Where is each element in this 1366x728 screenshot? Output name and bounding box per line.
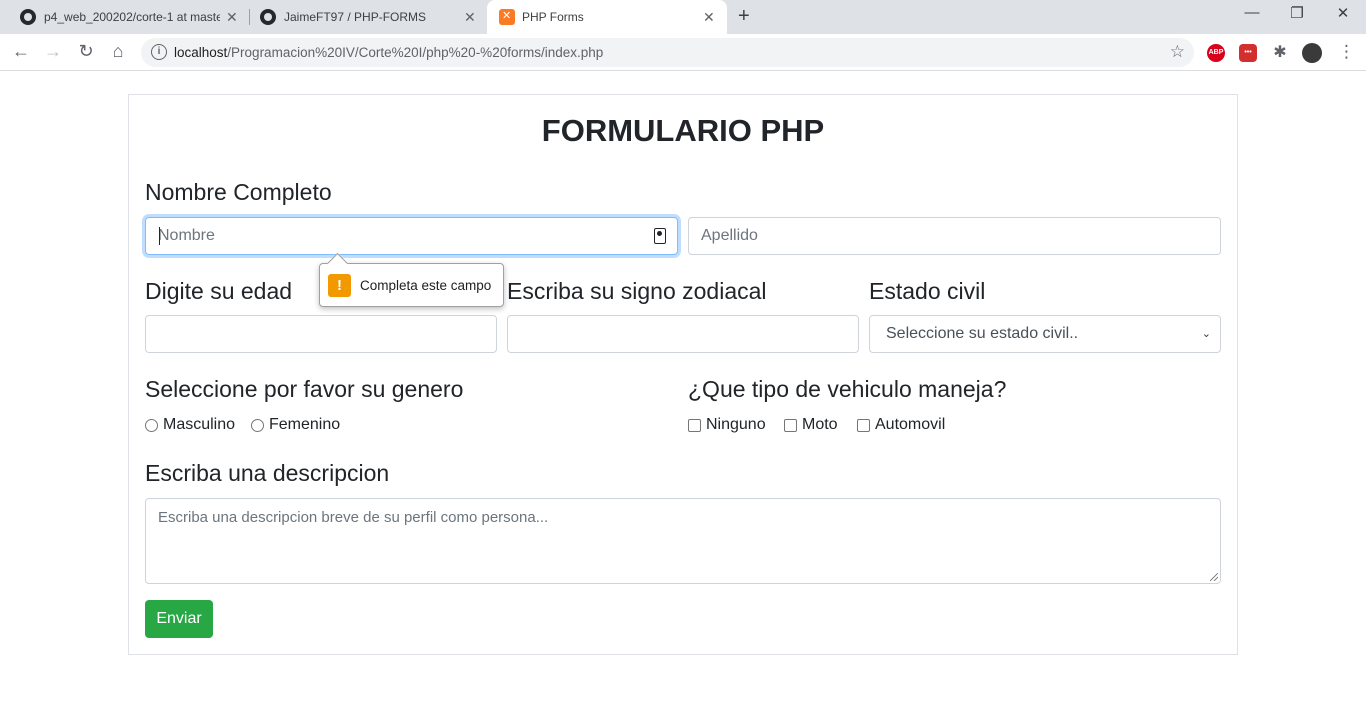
genero-label: Seleccione por favor su genero: [145, 376, 464, 402]
info-icon[interactable]: i: [151, 44, 167, 60]
option-label: Automovil: [875, 416, 946, 433]
descripcion-label: Escriba una descripcion: [145, 460, 390, 486]
contact-card-icon[interactable]: [654, 228, 666, 244]
nombre-completo-label: Nombre Completo: [145, 179, 332, 205]
chevron-down-icon: ⌄: [1201, 328, 1211, 340]
vehiculo-label: ¿Que tipo de vehiculo maneja?: [688, 376, 1007, 402]
resize-handle-icon[interactable]: [1210, 573, 1218, 581]
browser-menu-icon[interactable]: ⋮: [1338, 42, 1355, 62]
browser-toolbar: ← → ↻ ⌂ i localhost/Programacion%20IV/Co…: [0, 34, 1366, 71]
tab-php-forms[interactable]: PHP Forms ✕: [487, 0, 727, 34]
signo-input[interactable]: [507, 315, 859, 353]
reload-icon[interactable]: ↻: [75, 41, 97, 62]
restore-icon[interactable]: ❐: [1287, 4, 1307, 22]
nombre-input[interactable]: Nombre: [145, 217, 678, 255]
vehiculo-option-ninguno[interactable]: Ninguno: [688, 416, 766, 434]
option-label: Ninguno: [706, 416, 766, 433]
tab-github-corte[interactable]: p4_web_200202/corte-1 at maste ✕: [8, 0, 248, 34]
close-icon[interactable]: ✕: [703, 9, 715, 26]
url-text[interactable]: localhost/Programacion%20IV/Corte%20I/ph…: [174, 45, 603, 60]
tab-title: JaimeFT97 / PHP-FORMS: [284, 10, 427, 24]
extensions-puzzle-icon[interactable]: ✱: [1271, 44, 1289, 62]
radio-button[interactable]: [251, 418, 264, 432]
estado-civil-selected: Seleccione su estado civil..: [886, 325, 1079, 342]
bookmark-star-icon[interactable]: ☆: [1170, 42, 1185, 62]
adblock-plus-icon[interactable]: ABP: [1207, 44, 1225, 62]
github-icon: [20, 9, 36, 25]
genero-option-masculino[interactable]: Masculino: [145, 416, 235, 434]
vehiculo-option-moto[interactable]: Moto: [784, 416, 838, 434]
url-path: /Programacion%20IV/Corte%20I/php%20-%20f…: [227, 45, 604, 60]
checkbox[interactable]: [784, 418, 797, 432]
checkbox[interactable]: [857, 418, 870, 432]
minimize-icon[interactable]: —: [1242, 4, 1262, 21]
tab-github-php-forms[interactable]: JaimeFT97 / PHP-FORMS ✕: [250, 0, 486, 34]
new-tab-icon[interactable]: +: [738, 5, 750, 28]
descripcion-textarea[interactable]: Escriba una descripcion breve de su perf…: [145, 498, 1221, 584]
xampp-icon: [499, 9, 515, 25]
validation-message: Completa este campo: [360, 278, 492, 293]
tab-title: PHP Forms: [522, 10, 584, 24]
close-icon[interactable]: ✕: [464, 9, 476, 26]
github-icon: [260, 9, 276, 25]
estado-civil-label: Estado civil: [869, 278, 986, 304]
home-icon[interactable]: ⌂: [107, 41, 129, 62]
window-close-icon[interactable]: ✕: [1333, 4, 1353, 22]
radio-button[interactable]: [145, 418, 158, 432]
warning-icon: !: [328, 274, 351, 297]
submit-button[interactable]: Enviar: [145, 600, 213, 638]
extension-icon[interactable]: •••: [1239, 44, 1257, 62]
url-host: localhost: [174, 45, 228, 60]
browser-tabstrip: p4_web_200202/corte-1 at maste ✕ JaimeFT…: [0, 0, 1366, 34]
edad-input[interactable]: [145, 315, 497, 353]
back-icon[interactable]: ←: [10, 41, 32, 62]
address-bar[interactable]: i localhost/Programacion%20IV/Corte%20I/…: [141, 38, 1194, 67]
validation-tooltip: ! Completa este campo: [319, 263, 504, 307]
apellido-placeholder: Apellido: [701, 227, 758, 244]
option-label: Masculino: [163, 416, 236, 433]
text-caret: [159, 227, 160, 245]
checkbox[interactable]: [688, 418, 701, 432]
signo-label: Escriba su signo zodiacal: [507, 278, 767, 304]
option-label: Femenino: [269, 416, 341, 433]
descripcion-placeholder: Escriba una descripcion breve de su perf…: [158, 509, 549, 526]
page-title: FORMULARIO PHP: [541, 113, 825, 148]
vehiculo-option-automovil[interactable]: Automovil: [857, 416, 945, 434]
nombre-placeholder: Nombre: [158, 227, 215, 244]
option-label: Moto: [802, 416, 838, 433]
estado-civil-select[interactable]: Seleccione su estado civil.. ⌄: [869, 315, 1221, 353]
apellido-input[interactable]: Apellido: [688, 217, 1221, 255]
close-icon[interactable]: ✕: [226, 9, 238, 26]
forward-icon[interactable]: →: [42, 41, 64, 62]
profile-avatar[interactable]: [1302, 43, 1322, 63]
edad-label: Digite su edad: [145, 278, 293, 304]
tab-title: p4_web_200202/corte-1 at maste: [44, 10, 220, 24]
genero-option-femenino[interactable]: Femenino: [251, 416, 340, 434]
